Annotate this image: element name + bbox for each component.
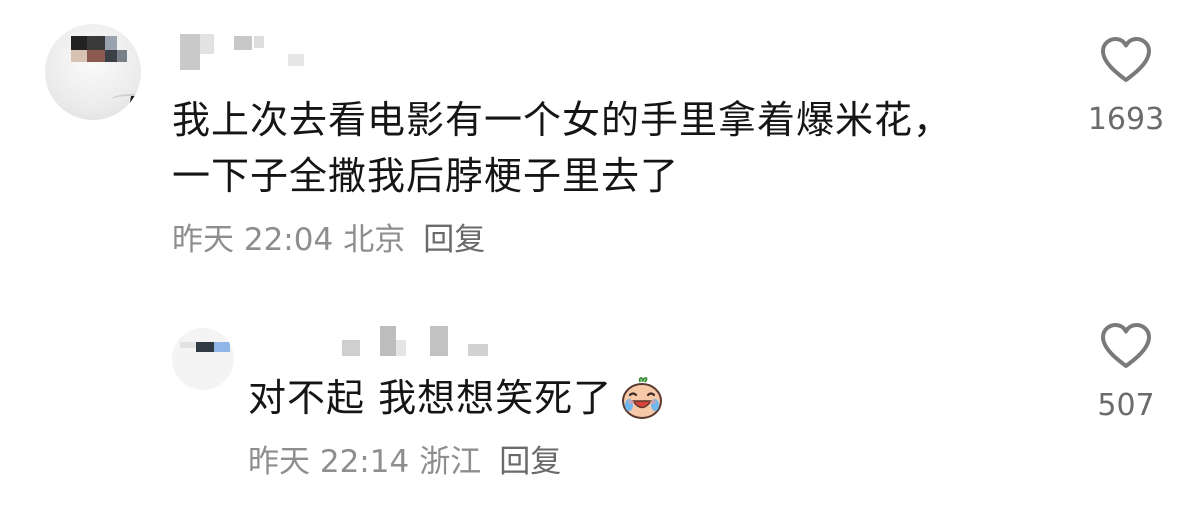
like-count: 507 <box>1097 388 1155 423</box>
comment-time: 昨天 22:14 <box>248 444 410 480</box>
comment-meta: 昨天 22:04 北京 回复 <box>172 220 495 260</box>
avatar-mosaic-block <box>71 50 87 62</box>
like-count: 1693 <box>1087 102 1165 137</box>
avatar-mosaic-block <box>214 342 230 352</box>
username-blurred[interactable] <box>178 28 318 88</box>
username-mosaic-block <box>180 34 200 70</box>
avatar-mosaic-block <box>87 50 105 62</box>
avatar-mosaic-block <box>196 342 214 352</box>
avatar-mosaic-block <box>117 50 127 62</box>
crying-laughing-face-icon <box>622 377 663 419</box>
username-mosaic-block <box>468 344 488 356</box>
avatar-mosaic-block <box>105 50 117 62</box>
username-mosaic-block <box>342 340 360 356</box>
comment-location: 浙江 <box>419 444 482 480</box>
like-button[interactable]: 507 <box>1076 322 1176 424</box>
heart-outline-icon <box>1101 323 1151 368</box>
reply-button[interactable]: 回复 <box>499 444 561 480</box>
username-mosaic-block <box>396 340 406 356</box>
username-mosaic-block <box>234 36 252 50</box>
comment-location: 北京 <box>343 222 406 258</box>
comment-text: 一下子全撒我后脖梗子里去了 <box>172 154 680 198</box>
username-mosaic-block <box>288 54 304 66</box>
heart-outline-icon <box>1101 37 1151 82</box>
avatar[interactable] <box>172 328 234 390</box>
avatar-mosaic-block <box>180 342 196 348</box>
like-button[interactable]: 1693 <box>1076 36 1176 138</box>
reply-button[interactable]: 回复 <box>423 222 485 258</box>
username-mosaic-block <box>380 326 396 356</box>
username-blurred[interactable] <box>340 318 500 368</box>
comment-time: 昨天 22:04 <box>172 222 334 258</box>
avatar[interactable] <box>45 24 141 120</box>
avatar-mosaic-block <box>87 36 105 50</box>
comment-text: 对不起 我想想笑死了 <box>248 376 613 420</box>
username-mosaic-block <box>254 36 264 48</box>
comment-item: 我上次去看电影有一个女的手里拿着爆米花， 一下子全撒我后脖梗子里去了 昨天 22… <box>0 0 1200 290</box>
comment-text: 我上次去看电影有一个女的手里拿着爆米花， <box>172 98 953 142</box>
username-mosaic-block <box>430 326 448 356</box>
avatar-mosaic-block <box>105 36 117 50</box>
username-mosaic-block <box>200 34 214 54</box>
comment-text-row: 对不起 我想想笑死了 <box>248 370 666 426</box>
comment-meta: 昨天 22:14 浙江 回复 <box>248 442 571 482</box>
avatar-mosaic-block <box>71 36 87 50</box>
